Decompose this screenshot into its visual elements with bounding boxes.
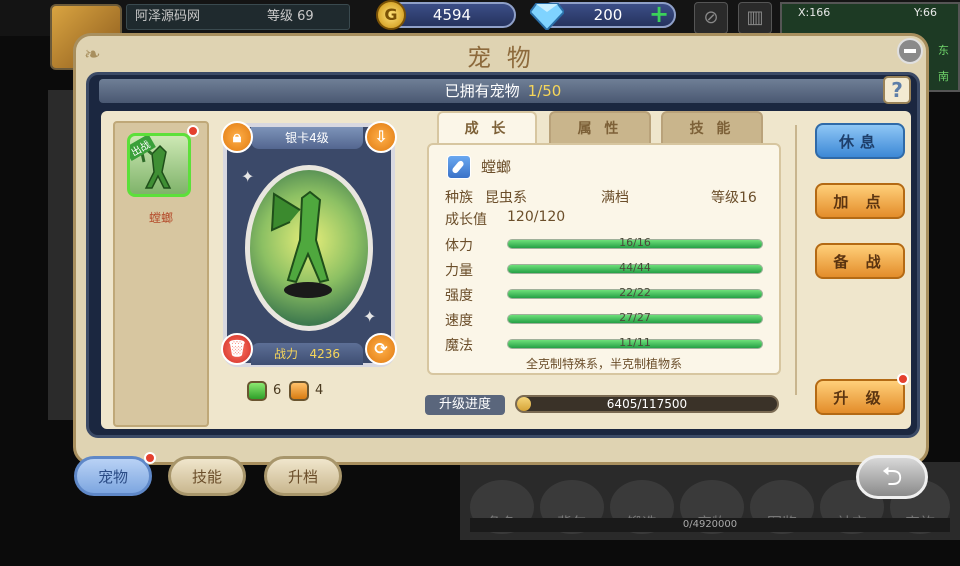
window-title: 宠 物 [467, 44, 535, 72]
lock-icon[interactable]: 🔒︎ [221, 121, 253, 153]
card-items: 6 4 [247, 379, 367, 403]
pet-level: 等级16 [711, 190, 757, 206]
restraint-note: 全克制特殊系，半克制植物系 [525, 357, 682, 371]
pet-notify-dot [187, 125, 199, 137]
diamond-value: 200 [593, 6, 623, 24]
back-arrow-icon[interactable]: ⮌ [856, 455, 928, 499]
help-icon[interactable]: ? [883, 76, 911, 104]
gold-coin-icon: G [376, 0, 406, 30]
upgrade-progress-text: 6405/117500 [606, 397, 688, 411]
power-label: 战力 [273, 347, 298, 361]
upgrade-label: 升级进度 [425, 395, 505, 415]
owned-pets-header: 已拥有宠物 1/50 [99, 79, 907, 103]
pet-slot-mantis[interactable]: 出战 [127, 133, 191, 197]
close-icon[interactable] [897, 38, 923, 64]
tier-value: 满档 [601, 190, 629, 206]
coord-y: Y:66 [914, 6, 937, 19]
bottom-tab-tier[interactable]: 升档 [264, 456, 342, 496]
rest-button[interactable]: 休息 [815, 123, 905, 159]
pet-type-icon [447, 155, 471, 179]
owned-label: 已拥有宠物 [444, 82, 520, 100]
stat-label: 魔法 [445, 338, 473, 354]
player-level: 等级 69 [267, 9, 314, 24]
tab-skills[interactable]: 技 能 [661, 111, 763, 145]
player-name-panel: 阿泽源码网 等级 69 [126, 4, 350, 30]
gold-value: 4594 [432, 6, 472, 24]
refresh-icon[interactable]: ⟳ [365, 333, 397, 365]
pet-content: 出战 螳螂 银卡4级 战力 4236 🔒︎ ⇩ 🗑︎ ⟳ ✦ ✦ 6 4 成 长… [101, 111, 911, 429]
gold-counter: 4594 [388, 2, 516, 28]
map-direction-south: 南 [938, 70, 949, 83]
stat-value: 27/27 [619, 311, 651, 324]
power-value: 4236 [309, 347, 340, 361]
download-icon[interactable]: ⇩ [365, 121, 397, 153]
delete-icon[interactable]: 🗑︎ [221, 333, 253, 365]
card-rank: 银卡4级 [251, 127, 363, 149]
card-power: 战力 4236 [251, 343, 363, 365]
stat-label: 力量 [445, 263, 473, 279]
standby-button[interactable]: 备 战 [815, 243, 905, 279]
stat-bar: 11/11 [507, 336, 763, 349]
pet-list: 出战 螳螂 [113, 121, 209, 427]
stat-label: 强度 [445, 288, 473, 304]
stat-bar: 44/44 [507, 261, 763, 274]
player-name: 阿泽源码网 [135, 9, 201, 24]
upgrade-progress-bar: 6405/117500 [515, 395, 779, 413]
pet-tab-notify-dot [144, 452, 156, 464]
bottom-tab-pet[interactable]: 宠物 [74, 456, 152, 496]
growth-panel: 螳螂 种族 昆虫系 满档 等级16 成长值 120/120 体力 16/16 力量 4… [427, 143, 781, 375]
tab-growth[interactable]: 成 长 [437, 111, 537, 145]
sparkle-icon: ✦ [241, 167, 255, 186]
sparkle-icon: ✦ [363, 307, 377, 326]
hide-icon[interactable]: ⊘ [694, 2, 728, 34]
orange-item-icon[interactable] [289, 381, 309, 401]
stat-label: 体力 [445, 238, 473, 254]
stat-value: 11/11 [619, 336, 651, 349]
level-up-notify-dot [897, 373, 909, 385]
orange-item-count: 4 [315, 383, 324, 398]
green-item-count: 6 [273, 383, 282, 398]
stat-bar: 27/27 [507, 311, 763, 324]
level-up-button[interactable]: 升 级 [815, 379, 905, 415]
pet-window: ❧ 宠 物 已拥有宠物 1/50 ? 出战 螳螂 银卡4级 战力 4236 🔒︎… [73, 33, 929, 465]
stat-bar: 22/22 [507, 286, 763, 299]
race-value: 昆虫系 [485, 190, 527, 206]
divider [795, 125, 797, 395]
owned-count: 1/50 [527, 82, 562, 100]
window-body: 已拥有宠物 1/50 ? 出战 螳螂 银卡4级 战力 4236 🔒︎ ⇩ 🗑︎ … [86, 72, 920, 438]
stats-icon[interactable]: ▥ [738, 2, 772, 34]
mantis-portrait-icon [270, 190, 332, 298]
stat-label: 速度 [445, 313, 473, 329]
stat-bar: 16/16 [507, 236, 763, 249]
coord-x: X:166 [798, 6, 831, 19]
exp-bar: 0/4920000 [470, 518, 950, 532]
stat-value: 16/16 [619, 236, 651, 249]
growth-value: 120/120 [507, 209, 566, 225]
tab-attributes[interactable]: 属 性 [549, 111, 651, 145]
stat-value: 22/22 [619, 286, 651, 299]
add-diamond-icon[interactable]: + [648, 2, 670, 26]
add-points-button[interactable]: 加 点 [815, 183, 905, 219]
race-label: 种族 [445, 190, 473, 206]
map-direction-east: 东 [938, 44, 949, 57]
pet-portrait [245, 165, 373, 331]
green-item-icon[interactable] [247, 381, 267, 401]
stat-value: 44/44 [619, 261, 651, 274]
pet-name: 螳螂 [481, 158, 512, 176]
growth-label: 成长值 [445, 212, 487, 228]
diamond-icon [530, 3, 564, 30]
pet-slot-name: 螳螂 [148, 211, 173, 225]
pet-card: 银卡4级 战力 4236 🔒︎ ⇩ 🗑︎ ⟳ ✦ ✦ [221, 121, 397, 367]
bottom-tab-skills[interactable]: 技能 [168, 456, 246, 496]
